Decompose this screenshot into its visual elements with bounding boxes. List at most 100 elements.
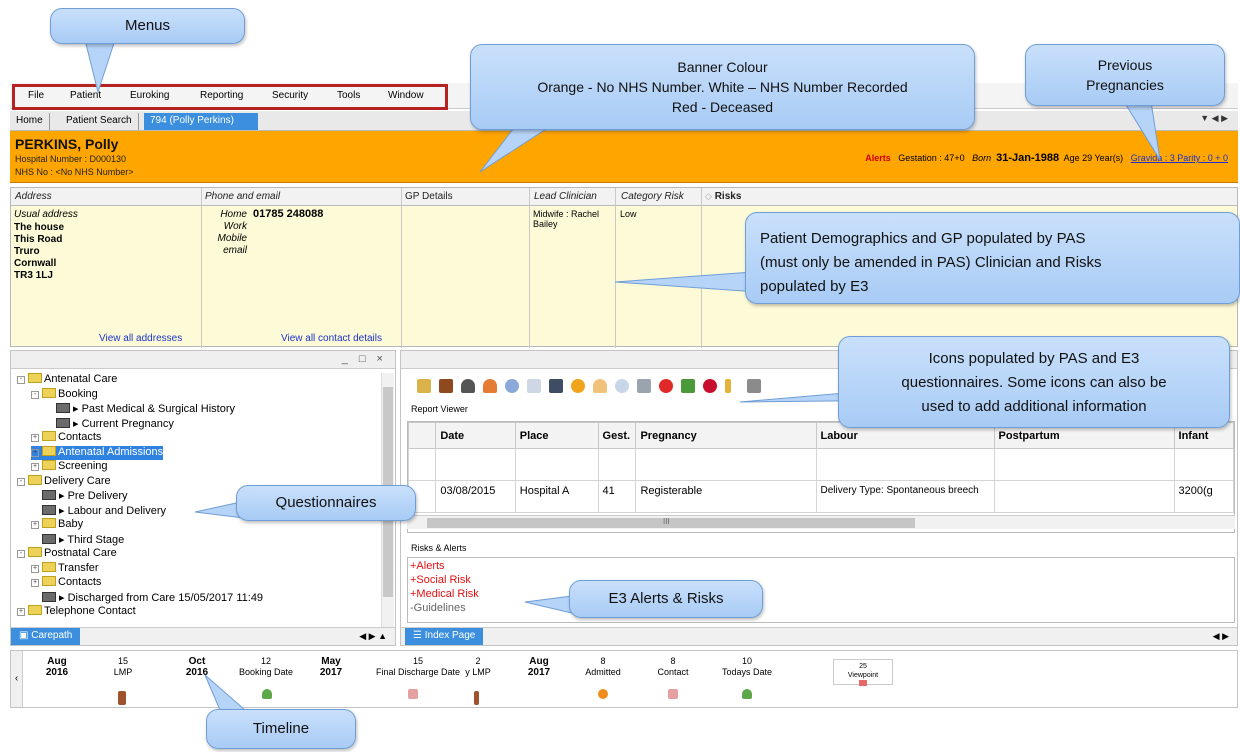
expand-icon[interactable]: + — [31, 448, 39, 457]
tree-item[interactable]: ▸ Pre Delivery — [31, 489, 127, 503]
tab-scroll-arrows-icon[interactable]: ▼ ◀ ▶ — [1200, 113, 1228, 124]
tree-item[interactable]: - Postnatal Care — [17, 547, 117, 561]
folder-icon — [42, 518, 56, 528]
alerts-indicator[interactable]: Alerts — [865, 153, 891, 163]
person-outline-icon[interactable] — [483, 379, 497, 393]
callout-previous-pregnancies: Previous Pregnancies — [1025, 44, 1225, 106]
today-marker-icon[interactable] — [742, 689, 752, 699]
timeline-event[interactable]: 15 LMP — [103, 656, 143, 678]
risks-header: ◇ Risks — [705, 191, 741, 202]
timeline-event[interactable]: 8 Contact — [653, 656, 693, 678]
form-icon — [56, 403, 70, 413]
collapse-icon[interactable]: - — [17, 550, 25, 558]
discharge-marker-icon[interactable] — [408, 689, 418, 699]
timeline-event[interactable]: 10 Todays Date — [717, 656, 777, 678]
tree-item[interactable]: ▸ Third Stage — [31, 533, 124, 547]
table-cell: Delivery Type: Spontaneous breech — [815, 480, 995, 513]
tree-item[interactable]: ▸ Discharged from Care 15/05/2017 11:49 — [31, 591, 263, 605]
table-cell — [597, 448, 637, 481]
monitor-icon[interactable] — [549, 379, 563, 393]
tree-item[interactable]: ▸ Labour and Delivery — [31, 504, 166, 518]
column-header[interactable]: Place — [514, 422, 599, 449]
collapse-icon[interactable]: - — [17, 376, 25, 384]
bar-chart-icon[interactable] — [637, 379, 651, 393]
hscroll-thumb[interactable]: III — [427, 517, 915, 528]
column-header[interactable]: Pregnancy — [635, 422, 817, 449]
collapse-icon[interactable]: - — [17, 477, 25, 486]
tree-item[interactable]: + Contacts — [31, 576, 101, 590]
index-nav-arrows-icon[interactable]: ◀ ▶ — [1213, 631, 1229, 642]
expand-icon[interactable]: + — [31, 463, 39, 471]
tree-item[interactable]: ▸ Past Medical & Surgical History — [45, 402, 235, 416]
tree-item[interactable]: - Delivery Care — [17, 474, 111, 489]
tree-item[interactable]: - Antenatal Care — [17, 373, 117, 387]
lmp-marker-icon[interactable] — [118, 691, 126, 705]
link-icon[interactable] — [505, 379, 519, 393]
table-cell — [514, 448, 599, 481]
booking-marker-icon[interactable] — [262, 689, 272, 699]
timeline-event[interactable]: 8 Admitted — [583, 656, 623, 678]
viewpoint-day: 25 — [859, 663, 867, 670]
risk-guidelines-item[interactable]: -Guidelines — [410, 602, 466, 614]
collapse-icon[interactable]: - — [31, 390, 39, 399]
expand-icon[interactable]: + — [31, 579, 39, 587]
col-divider — [401, 188, 402, 348]
work-label: Work — [223, 221, 247, 232]
edit-person-icon[interactable] — [681, 379, 695, 393]
admitted-marker-icon[interactable] — [598, 689, 608, 699]
timeline-event[interactable]: 15 Final Discharge Date — [371, 656, 465, 678]
column-header[interactable]: Date — [435, 422, 516, 449]
risk-social-item[interactable]: +Social Risk — [410, 574, 471, 586]
view-all-contacts-link[interactable]: View all contact details — [281, 333, 382, 344]
expand-icon[interactable]: + — [31, 434, 39, 442]
expand-icon[interactable]: + — [17, 608, 25, 616]
column-header[interactable]: Gest. — [597, 422, 637, 449]
book-icon[interactable] — [439, 379, 453, 393]
tree-item[interactable]: + Transfer — [31, 561, 99, 576]
tree-item[interactable]: + Screening — [31, 460, 108, 474]
table-row[interactable]: 03/08/2015 Hospital A 41 Registerable De… — [408, 480, 1234, 513]
expand-icon[interactable]: + — [31, 564, 39, 573]
tab-patient-record[interactable]: 794 (Polly Perkins) — [144, 113, 258, 130]
risk-alerts-item[interactable]: +Alerts — [410, 560, 445, 572]
carepath-nav-arrows-icon[interactable]: ◀ ▶ ▲ — [359, 631, 387, 642]
pencil-icon[interactable] — [725, 379, 731, 393]
save-icon[interactable] — [747, 379, 761, 393]
report-hscrollbar[interactable]: III — [407, 515, 1235, 529]
timeline-event[interactable]: 2y LMP — [463, 656, 493, 678]
window-controls-icon[interactable]: _ □ × — [342, 353, 387, 365]
timeline-event[interactable]: 12 Booking Date — [233, 656, 299, 678]
tree-item[interactable]: + Contacts — [31, 431, 101, 445]
expand-icon[interactable]: + — [31, 521, 39, 529]
carepath-button[interactable]: ▣ Carepath — [11, 628, 81, 645]
tree-item[interactable]: ▸ Current Pregnancy — [45, 417, 174, 431]
tree-item[interactable]: + Baby — [31, 518, 83, 532]
tab-patient-search[interactable]: Patient Search — [60, 113, 139, 130]
tree-item[interactable]: + Telephone Contact — [17, 605, 136, 619]
id-card-icon[interactable] — [417, 379, 431, 393]
tree-item[interactable]: + Antenatal Admissions — [31, 445, 164, 460]
person-icon[interactable] — [461, 379, 475, 393]
cancel-icon[interactable] — [659, 379, 673, 393]
tab-home[interactable]: Home — [10, 113, 50, 130]
callout-line: used to add additional information — [921, 398, 1147, 415]
lmp-marker-icon[interactable] — [474, 691, 479, 705]
contact-marker-icon[interactable] — [668, 689, 678, 699]
timeline-month: Aug 2017 — [519, 656, 559, 678]
viewpoint-marker[interactable]: 25 Viewpoint — [833, 659, 893, 686]
tree-item-label: Delivery Care — [44, 474, 111, 487]
speech-bubble-icon[interactable] — [615, 379, 629, 393]
view-all-addresses-link[interactable]: View all addresses — [99, 333, 182, 344]
month-year: 2017 — [527, 667, 551, 678]
gravida-parity-link[interactable]: Gravida : 3 Parity : 0 + 0 — [1131, 153, 1228, 163]
baby-icon[interactable] — [593, 379, 607, 393]
callout-line: Patient Demographics and GP populated by… — [760, 230, 1086, 247]
risk-medical-item[interactable]: +Medical Risk — [410, 588, 479, 600]
timeline-left-arrow-icon[interactable]: ‹ — [11, 651, 23, 707]
document-icon[interactable] — [527, 379, 541, 393]
tree-item[interactable]: - Booking — [31, 387, 98, 402]
warning-icon[interactable] — [703, 379, 717, 393]
star-icon[interactable] — [571, 379, 585, 393]
index-page-button[interactable]: ☰ Index Page — [405, 628, 484, 645]
form-icon — [42, 591, 56, 602]
